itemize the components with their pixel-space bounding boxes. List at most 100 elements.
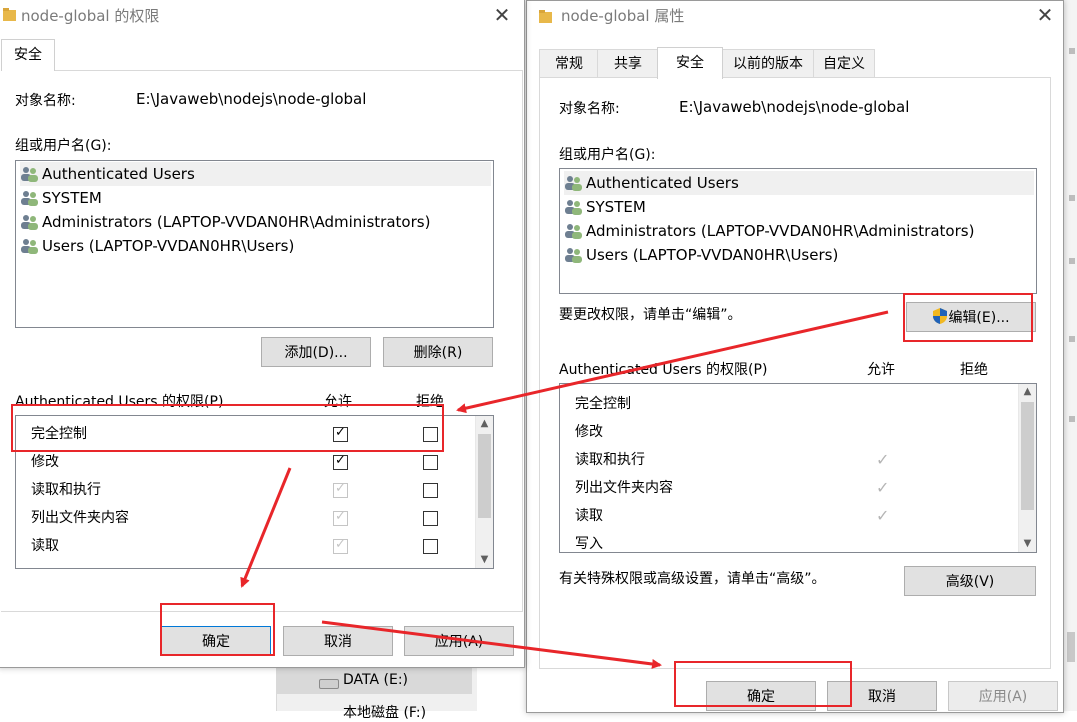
properties-titlebar[interactable]: node-global 属性 ✕	[527, 1, 1063, 31]
permissions-list[interactable]: 完全控制 修改 读取和执行 ✓ 列出文件夹内容 ✓ 读取 ✓ 写入 ▲ ▼	[559, 383, 1037, 553]
users-group-icon	[20, 237, 40, 254]
uac-shield-icon	[933, 308, 948, 324]
apply-button[interactable]: 应用(A)	[404, 626, 514, 656]
scroll-up-icon[interactable]: ▲	[476, 416, 493, 432]
advanced-hint-text: 有关特殊权限或高级设置，请单击“高级”。	[559, 571, 826, 587]
drive-label-f[interactable]: 本地磁盘 (F:)	[343, 702, 426, 722]
permissions-titlebar[interactable]: node-global 的权限 ✕	[0, 0, 524, 29]
allow-checkbox[interactable]: ✓	[333, 425, 348, 442]
permission-name: 读取和执行	[575, 452, 645, 468]
allow-checkbox: ✓	[333, 509, 348, 526]
permissions-header: Authenticated Users 的权限(P)	[559, 362, 768, 378]
folder-icon	[3, 8, 16, 21]
cancel-button[interactable]: 取消	[283, 626, 393, 656]
check-icon: ✓	[335, 425, 346, 440]
permission-name: 列出文件夹内容	[31, 510, 129, 526]
check-icon: ✓	[335, 481, 346, 496]
tab-security[interactable]: 安全	[657, 47, 723, 79]
user-list[interactable]: Authenticated Users SYSTEM Administrator…	[15, 160, 494, 328]
permissions-list[interactable]: 完全控制 ✓ 修改 ✓ 读取和执行 ✓ 列出文件夹内容 ✓ 读取 ✓ ▲ ▼	[15, 415, 494, 569]
permission-name: 读取	[31, 538, 59, 554]
permission-row: 读取和执行 ✓	[560, 446, 1018, 474]
permission-row: 读取和执行 ✓	[16, 476, 474, 504]
properties-window: node-global 属性 ✕ 常规 共享 安全 以前的版本 自定义 对象名称…	[526, 0, 1064, 713]
permissions-window: node-global 的权限 ✕ 安全 对象名称: E:\Javaweb\no…	[0, 0, 525, 668]
ok-button[interactable]: 确定	[706, 681, 816, 711]
add-button[interactable]: 添加(D)...	[261, 337, 371, 367]
user-list[interactable]: Authenticated Users SYSTEM Administrator…	[559, 168, 1037, 294]
users-group-icon	[564, 222, 584, 239]
user-name: Users (LAPTOP-VVDAN0HR\Users)	[42, 237, 295, 255]
permission-name: 读取和执行	[31, 482, 101, 498]
allow-checkbox[interactable]: ✓	[333, 453, 348, 470]
check-icon: ✓	[335, 453, 346, 468]
edit-button-label: 编辑(E)...	[948, 310, 1010, 326]
security-panel: 对象名称: E:\Javaweb\nodejs\node-global 组或用户…	[539, 77, 1051, 669]
deny-header: 拒绝	[416, 394, 444, 410]
tab-general[interactable]: 常规	[539, 49, 599, 78]
scroll-thumb[interactable]	[1021, 402, 1034, 510]
list-item[interactable]: Authenticated Users	[20, 162, 491, 186]
object-name-label: 对象名称:	[15, 93, 76, 109]
deny-checkbox[interactable]	[423, 483, 438, 498]
deny-checkbox[interactable]	[423, 511, 438, 526]
list-item[interactable]: SYSTEM	[20, 186, 491, 210]
allow-checkbox: ✓	[333, 481, 348, 498]
group-users-label: 组或用户名(G):	[15, 138, 112, 154]
users-group-icon	[564, 198, 584, 215]
tab-security[interactable]: 安全	[1, 39, 55, 71]
allow-checkbox: ✓	[333, 537, 348, 554]
permission-name: 完全控制	[31, 426, 87, 442]
user-name: Users (LAPTOP-VVDAN0HR\Users)	[586, 246, 839, 264]
permission-row: 写入	[560, 530, 1018, 552]
allow-check-icon: ✓	[876, 506, 890, 525]
user-name: Administrators (LAPTOP-VVDAN0HR\Administ…	[586, 222, 975, 240]
permission-row: 读取 ✓	[560, 502, 1018, 530]
close-icon[interactable]: ✕	[1033, 3, 1057, 27]
permission-name: 完全控制	[575, 396, 631, 412]
allow-header: 允许	[324, 394, 352, 410]
advanced-button[interactable]: 高级(V)	[904, 566, 1036, 596]
list-item[interactable]: Users (LAPTOP-VVDAN0HR\Users)	[564, 243, 1034, 267]
tab-sharing[interactable]: 共享	[597, 49, 659, 78]
list-item[interactable]: Administrators (LAPTOP-VVDAN0HR\Administ…	[564, 219, 1034, 243]
tab-previous-versions[interactable]: 以前的版本	[721, 49, 815, 78]
list-item[interactable]: Administrators (LAPTOP-VVDAN0HR\Administ…	[20, 210, 491, 234]
object-name-value: E:\Javaweb\nodejs\node-global	[679, 98, 910, 116]
close-icon[interactable]: ✕	[490, 3, 514, 27]
object-name-label: 对象名称:	[559, 101, 620, 117]
allow-header: 允许	[867, 362, 895, 378]
check-icon: ✓	[335, 537, 346, 552]
remove-button[interactable]: 删除(R)	[383, 337, 493, 367]
user-name: SYSTEM	[586, 198, 646, 216]
users-group-icon	[564, 246, 584, 263]
deny-checkbox[interactable]	[423, 455, 438, 470]
folder-icon	[539, 10, 552, 23]
apply-button[interactable]: 应用(A)	[948, 681, 1058, 711]
deny-checkbox[interactable]	[423, 427, 438, 442]
edit-button[interactable]: 编辑(E)...	[906, 302, 1036, 332]
permission-name: 修改	[575, 424, 603, 440]
list-item[interactable]: SYSTEM	[564, 195, 1034, 219]
tab-customize[interactable]: 自定义	[813, 49, 875, 78]
permissions-scrollbar[interactable]: ▲ ▼	[475, 416, 493, 568]
scroll-down-icon[interactable]: ▼	[1019, 536, 1036, 552]
object-name-value: E:\Javaweb\nodejs\node-global	[136, 90, 367, 108]
scroll-thumb[interactable]	[478, 434, 491, 518]
users-group-icon	[564, 174, 584, 191]
list-item[interactable]: Users (LAPTOP-VVDAN0HR\Users)	[20, 234, 491, 258]
permissions-scrollbar[interactable]: ▲ ▼	[1018, 384, 1036, 552]
cancel-button[interactable]: 取消	[827, 681, 937, 711]
scroll-down-icon[interactable]: ▼	[476, 552, 493, 568]
drive-label-e[interactable]: DATA (E:)	[343, 672, 408, 688]
deny-checkbox[interactable]	[423, 539, 438, 554]
drive-icon	[319, 679, 339, 689]
permission-name: 写入	[575, 536, 603, 552]
permissions-header: Authenticated Users 的权限(P)	[15, 394, 224, 410]
scroll-up-icon[interactable]: ▲	[1019, 384, 1036, 400]
user-name: SYSTEM	[42, 189, 102, 207]
ok-button[interactable]: 确定	[161, 626, 271, 656]
deny-header: 拒绝	[960, 362, 988, 378]
permission-row: 修改 ✓	[16, 448, 474, 476]
list-item[interactable]: Authenticated Users	[564, 171, 1034, 195]
